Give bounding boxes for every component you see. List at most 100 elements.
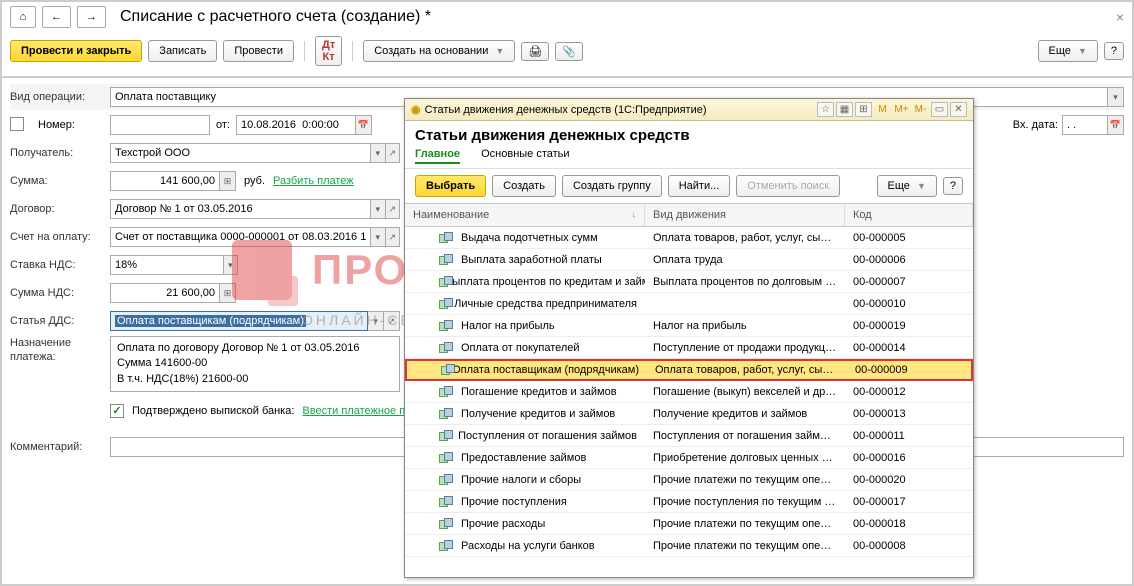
- table-row[interactable]: Выдача подотчетных суммОплата товаров, р…: [405, 227, 973, 249]
- attach-button[interactable]: 📎: [555, 42, 583, 61]
- tab-main[interactable]: Главное: [415, 146, 460, 164]
- dlg-help-button[interactable]: ?: [943, 177, 963, 195]
- table-row[interactable]: Выплата заработной платыОплата труда00-0…: [405, 249, 973, 271]
- print-button[interactable]: 🖨: [521, 42, 549, 61]
- calendar-icon[interactable]: 📅: [356, 115, 372, 135]
- m-minus-icon[interactable]: M-: [912, 102, 929, 117]
- calendar-icon[interactable]: 📅: [1108, 115, 1124, 135]
- write-button[interactable]: Записать: [148, 40, 217, 62]
- dropdown-icon[interactable]: ▾: [224, 255, 238, 275]
- open-icon[interactable]: ↗: [386, 227, 400, 247]
- col-code[interactable]: Код: [845, 204, 973, 226]
- vat-rate-label: Ставка НДС:: [10, 259, 110, 271]
- purpose-memo[interactable]: Оплата по договору Договор № 1 от 03.05.…: [110, 336, 400, 392]
- col-name[interactable]: Наименование↓: [405, 204, 645, 226]
- table-row[interactable]: Прочие поступленияПрочие поступления по …: [405, 491, 973, 513]
- cancel-find-button[interactable]: Отменить поиск: [736, 175, 840, 197]
- forward-button[interactable]: →: [77, 6, 106, 28]
- table-row[interactable]: Выплата процентов по кредитам и займамВы…: [405, 271, 973, 293]
- item-icon: [439, 320, 455, 332]
- vat-rate-input[interactable]: [110, 255, 224, 275]
- invoice-input[interactable]: [110, 227, 371, 247]
- close-icon[interactable]: ✕: [950, 102, 967, 117]
- dds-input[interactable]: Оплата поставщикам (подрядчикам): [110, 311, 368, 331]
- split-payment-link[interactable]: Разбить платеж: [273, 175, 354, 187]
- create-button[interactable]: Создать: [492, 175, 556, 197]
- item-icon: [439, 452, 455, 464]
- sort-icon: ↓: [632, 209, 637, 219]
- item-icon: [439, 298, 448, 310]
- select-button[interactable]: Выбрать: [415, 175, 486, 197]
- date-input[interactable]: [236, 115, 356, 135]
- post-button[interactable]: Провести: [223, 40, 294, 62]
- dropdown-icon[interactable]: ▾: [1108, 87, 1124, 107]
- col-type[interactable]: Вид движения: [645, 204, 845, 226]
- item-icon: [439, 408, 455, 420]
- home-button[interactable]: ⌂: [10, 6, 36, 28]
- item-icon: [439, 232, 455, 244]
- m-icon[interactable]: M: [874, 102, 891, 117]
- table-row[interactable]: Прочие налоги и сборыПрочие платежи по т…: [405, 469, 973, 491]
- app-icon: ◉: [411, 103, 421, 116]
- dropdown-icon[interactable]: ▾: [371, 227, 385, 247]
- find-button[interactable]: Найти...: [668, 175, 731, 197]
- sum-input[interactable]: [110, 171, 220, 191]
- back-button[interactable]: ←: [42, 6, 71, 28]
- vh-date-input[interactable]: [1062, 115, 1108, 135]
- table-row[interactable]: Прочие расходыПрочие платежи по текущим …: [405, 513, 973, 535]
- item-icon: [439, 254, 455, 266]
- item-icon: [439, 430, 452, 442]
- table-row[interactable]: Налог на прибыльНалог на прибыль00-00001…: [405, 315, 973, 337]
- print-checkbox[interactable]: [10, 117, 24, 131]
- page-title: Списание с расчетного счета (создание) *: [120, 8, 431, 26]
- open-icon[interactable]: ↗: [384, 311, 400, 331]
- vat-sum-input[interactable]: [110, 283, 220, 303]
- table-row[interactable]: Поступления от погашения займовПоступлен…: [405, 425, 973, 447]
- dropdown-icon[interactable]: ▾: [371, 143, 385, 163]
- create-based-button[interactable]: Создать на основании ▼: [363, 40, 515, 62]
- payee-input[interactable]: [110, 143, 371, 163]
- dropdown-icon[interactable]: ▾: [371, 199, 385, 219]
- table-row[interactable]: Оплата поставщикам (подрядчикам)Оплата т…: [405, 359, 973, 381]
- dt-kt-button[interactable]: ДтКт: [315, 36, 342, 66]
- m-plus-icon[interactable]: M+: [893, 102, 910, 117]
- table-row[interactable]: Личные средства предпринимателя00-000010: [405, 293, 973, 315]
- contract-input[interactable]: [110, 199, 371, 219]
- grid-icon[interactable]: ▦: [836, 102, 853, 117]
- calc-icon[interactable]: ⊞: [220, 283, 236, 303]
- item-icon: [439, 496, 455, 508]
- number-input[interactable]: [110, 115, 210, 135]
- dropdown-icon[interactable]: ▾: [368, 311, 384, 331]
- dds-dialog: ◉ Статьи движения денежных средств (1С:П…: [404, 98, 974, 578]
- vh-date-label: Вх. дата:: [1013, 119, 1058, 131]
- comment-label: Комментарий:: [10, 441, 110, 453]
- item-icon: [441, 364, 446, 376]
- table-row[interactable]: Получение кредитов и займовПолучение кре…: [405, 403, 973, 425]
- post-and-close-button[interactable]: Провести и закрыть: [10, 40, 142, 62]
- dialog-title: Статьи движения денежных средств (1С:Пре…: [425, 104, 707, 116]
- table-row[interactable]: Предоставление займовПриобретение долгов…: [405, 447, 973, 469]
- sum-label: Сумма:: [10, 175, 110, 187]
- confirmed-checkbox[interactable]: ✓: [110, 404, 124, 418]
- table-row[interactable]: Оплата от покупателейПоступление от прод…: [405, 337, 973, 359]
- contract-label: Договор:: [10, 203, 110, 215]
- dlg-more-button[interactable]: Еще ▼: [877, 175, 937, 197]
- op-type-label: Вид операции:: [10, 91, 110, 103]
- date-from-label: от:: [216, 119, 230, 131]
- table-row[interactable]: Погашение кредитов и займовПогашение (вы…: [405, 381, 973, 403]
- item-icon: [439, 474, 455, 486]
- dds-grid[interactable]: Наименование↓ Вид движения Код Выдача по…: [405, 203, 973, 577]
- minimize-icon[interactable]: ▭: [931, 102, 948, 117]
- create-group-button[interactable]: Создать группу: [562, 175, 662, 197]
- more-button[interactable]: Еще ▼: [1038, 40, 1098, 62]
- close-icon[interactable]: ×: [1116, 9, 1124, 25]
- calc-icon[interactable]: ⊞: [855, 102, 872, 117]
- favorite-icon[interactable]: ☆: [817, 102, 834, 117]
- payee-label: Получатель:: [10, 147, 110, 159]
- help-button[interactable]: ?: [1104, 42, 1124, 60]
- calc-icon[interactable]: ⊞: [220, 171, 236, 191]
- tab-other[interactable]: Основные статьи: [481, 146, 569, 162]
- open-icon[interactable]: ↗: [386, 143, 400, 163]
- open-icon[interactable]: ↗: [386, 199, 400, 219]
- table-row[interactable]: Расходы на услуги банковПрочие платежи п…: [405, 535, 973, 557]
